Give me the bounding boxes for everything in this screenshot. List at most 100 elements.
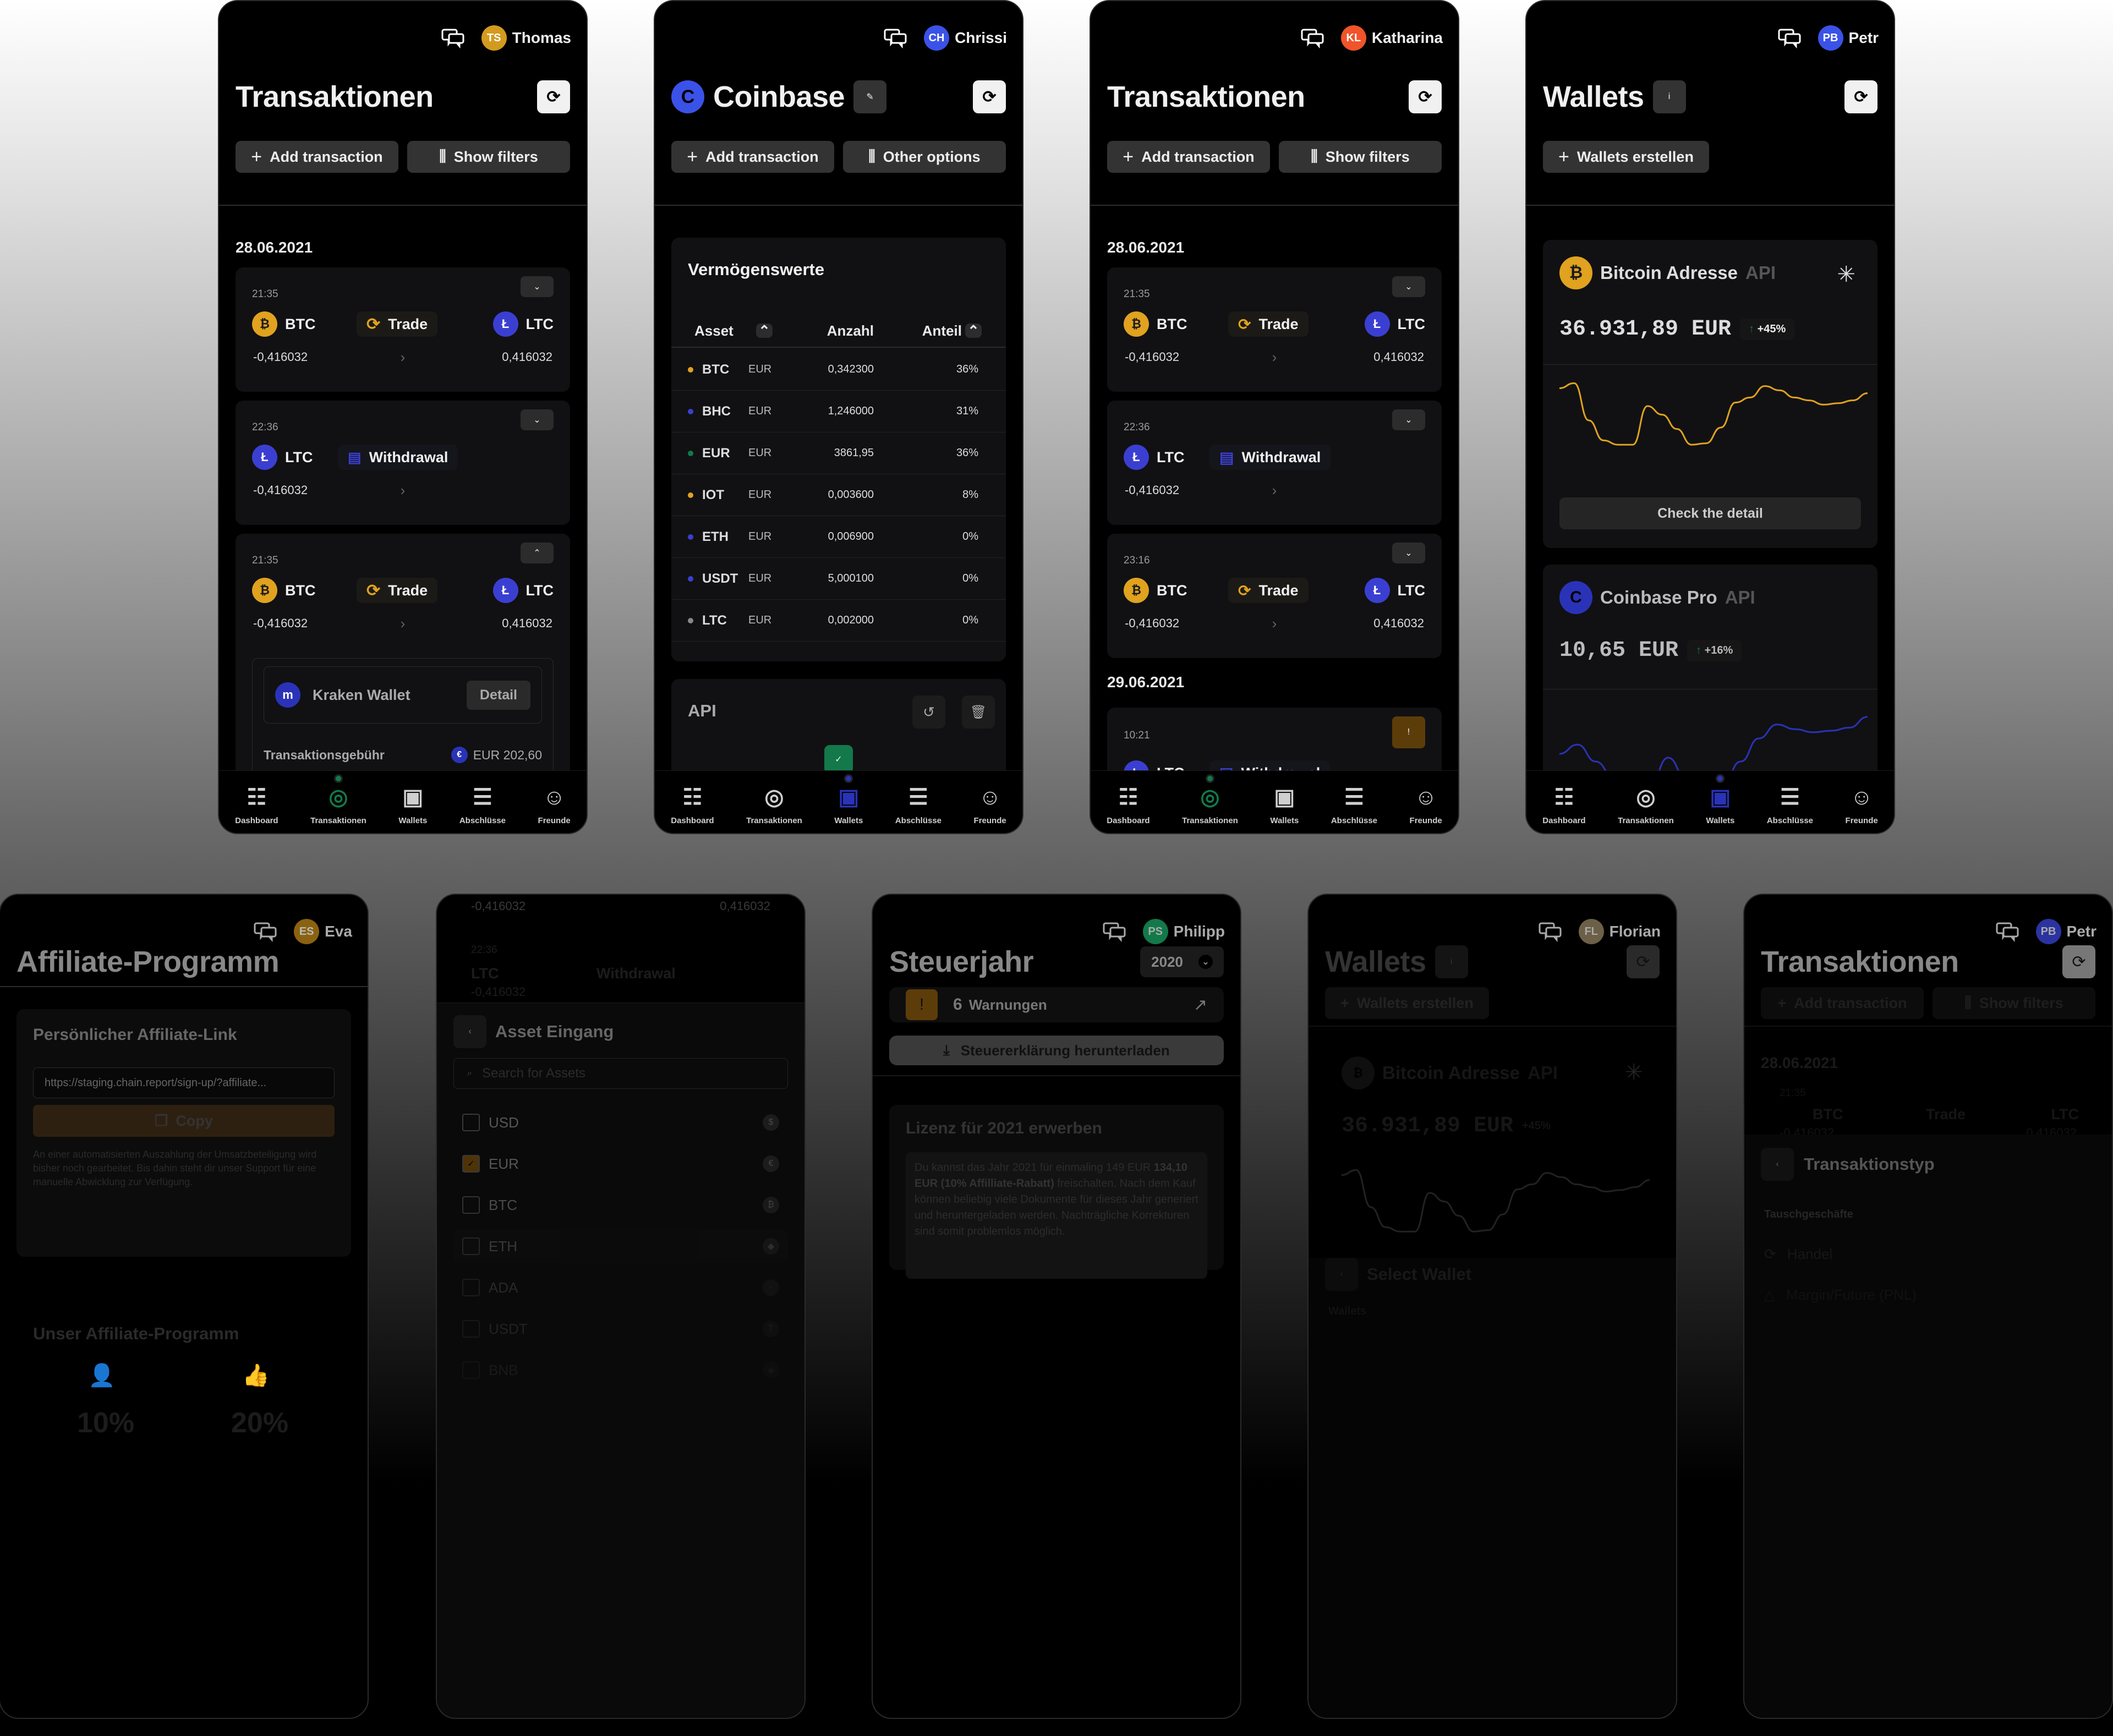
user-menu[interactable]: ES Eva — [294, 919, 352, 944]
transaction-card[interactable]: 21:35 ⌄ ₿ BTC ⟳ Trade Ł LTC -0,416032 › 0,4… — [236, 267, 570, 392]
nav-item-transaktionen[interactable]: ◎ Transaktionen — [310, 774, 366, 825]
add-transaction-button[interactable]: + Add transaction — [671, 141, 834, 173]
nav-item-freunde[interactable]: ☺ Freunde — [1846, 785, 1878, 825]
asset-option[interactable]: ✓ EUR € — [453, 1147, 788, 1181]
nav-item-dashboard[interactable]: ☷ Dashboard — [1107, 785, 1149, 825]
asset-option[interactable]: BNB ◈ — [453, 1353, 788, 1387]
transaction-card[interactable]: 23:16 ⌄ ₿ BTC ⟳ Trade Ł LTC -0,416032 › 0,4… — [1107, 534, 1442, 658]
user-menu[interactable]: TS Thomas — [481, 25, 571, 51]
user-menu[interactable]: PB Petr — [2035, 919, 2096, 944]
nav-item-freunde[interactable]: ☺ Freunde — [974, 785, 1006, 825]
create-wallet-button[interactable]: + Wallets erstellen — [1543, 141, 1709, 173]
nav-item-abschlüsse[interactable]: ☰ Abschlüsse — [1767, 785, 1813, 825]
create-wallet-button[interactable]: + Wallets erstellen — [1325, 987, 1489, 1019]
checkbox[interactable] — [462, 1361, 480, 1379]
asset-option[interactable]: ETH ◆ — [453, 1229, 788, 1263]
add-transaction-button[interactable]: + Add transaction — [1107, 141, 1270, 173]
asset-option[interactable]: USD $ — [453, 1105, 788, 1140]
refresh-button[interactable]: ⟳ — [1409, 80, 1442, 113]
table-row[interactable]: IOT EUR 0,003600 8% — [671, 474, 1006, 516]
search-input[interactable]: ⌕ Search for Assets — [453, 1058, 788, 1089]
user-menu[interactable]: CH Chrissi — [924, 25, 1007, 51]
table-row[interactable]: BHC EUR 1,246000 31% — [671, 391, 1006, 432]
nav-item-dashboard[interactable]: ☷ Dashboard — [235, 785, 278, 825]
transaction-card[interactable]: 21:35 ⌄ ₿ BTC ⟳ Trade Ł LTC -0,416032 › 0,4… — [1107, 267, 1442, 392]
table-row[interactable]: EUR EUR 3861,95 36% — [671, 432, 1006, 474]
asset-option[interactable]: BTC ₿ — [453, 1188, 788, 1222]
sort-asc-icon[interactable]: ⌃ — [965, 322, 982, 339]
nav-item-wallets[interactable]: ▣ Wallets — [398, 785, 427, 825]
expand-button[interactable]: ⌄ — [521, 409, 554, 430]
user-menu[interactable]: FL Florian — [1578, 919, 1661, 944]
nav-item-transaktionen[interactable]: ◎ Transaktionen — [746, 785, 802, 825]
user-menu[interactable]: KL Katharina — [1340, 25, 1443, 51]
refresh-button[interactable]: ⟳ — [537, 80, 570, 113]
chat-icon[interactable] — [1777, 27, 1802, 49]
chat-icon[interactable] — [1102, 921, 1126, 943]
user-menu[interactable]: PB Petr — [1818, 25, 1879, 51]
checkbox[interactable] — [462, 1320, 480, 1338]
checkbox[interactable] — [462, 1114, 480, 1131]
back-button[interactable]: ‹ — [453, 1015, 486, 1048]
refresh-button[interactable]: ⟳ — [973, 80, 1006, 113]
nav-item-wallets[interactable]: ▣ Wallets — [834, 774, 863, 825]
nav-item-transaktionen[interactable]: ◎ Transaktionen — [1182, 774, 1238, 825]
refresh-button[interactable]: ⟳ — [2062, 945, 2095, 978]
refresh-button[interactable]: ⟳ — [1627, 945, 1660, 978]
collapse-button[interactable]: ⌃ — [521, 543, 554, 563]
option-margin-future[interactable]: △ Margin/Future (PNL) — [1764, 1286, 1917, 1304]
checkbox[interactable] — [462, 1237, 480, 1255]
edit-button[interactable]: ✎ — [853, 80, 887, 113]
chat-icon[interactable] — [883, 27, 907, 49]
table-row[interactable]: LTC EUR 0,002000 0% — [671, 600, 1006, 642]
table-row[interactable]: BTC EUR 0,342300 36% — [671, 349, 1006, 391]
back-button[interactable]: ‹ — [1325, 1258, 1358, 1291]
warnings-row[interactable]: ! 6 Warnungen ↗ — [889, 987, 1224, 1022]
chat-icon[interactable] — [253, 921, 277, 943]
show-filters-button[interactable]: ⫼ Show filters — [1933, 987, 2095, 1019]
nav-item-freunde[interactable]: ☺ Freunde — [538, 785, 571, 825]
add-transaction-button[interactable]: + Add transaction — [1761, 987, 1924, 1019]
expand-button[interactable]: ⌄ — [1392, 409, 1425, 430]
checkbox[interactable] — [462, 1196, 480, 1214]
info-button[interactable]: i — [1652, 80, 1686, 113]
nav-item-abschlüsse[interactable]: ☰ Abschlüsse — [1331, 785, 1377, 825]
nav-item-transaktionen[interactable]: ◎ Transaktionen — [1618, 785, 1674, 825]
sort-asc-icon[interactable]: ⌃ — [756, 322, 773, 339]
option-handel[interactable]: ⟳ Handel — [1764, 1246, 1832, 1263]
refresh-button[interactable]: ⟳ — [1844, 80, 1877, 113]
warning-button[interactable]: ! — [1392, 716, 1425, 748]
chat-icon[interactable] — [1995, 921, 2019, 943]
info-button[interactable]: i — [1435, 945, 1468, 978]
expand-button[interactable]: ⌄ — [521, 276, 554, 297]
affiliate-link-field[interactable]: https://staging.chain.report/sign-up/?af… — [33, 1067, 335, 1098]
chat-icon[interactable] — [1538, 921, 1562, 943]
asset-option[interactable]: ADA · — [453, 1270, 788, 1305]
undo-button[interactable]: ↺ — [912, 696, 945, 729]
asset-option[interactable]: USDT T — [453, 1312, 788, 1346]
back-button[interactable]: ‹ — [1761, 1148, 1794, 1181]
delete-button[interactable]: 🗑 — [962, 696, 995, 729]
user-menu[interactable]: PS Philipp — [1142, 919, 1225, 944]
nav-item-abschlüsse[interactable]: ☰ Abschlüsse — [895, 785, 941, 825]
nav-item-dashboard[interactable]: ☷ Dashboard — [671, 785, 714, 825]
expand-button[interactable]: ⌄ — [1392, 276, 1425, 297]
add-transaction-button[interactable]: + Add transaction — [236, 141, 398, 173]
checkbox[interactable]: ✓ — [462, 1155, 480, 1173]
download-button[interactable]: ⤓ Steuererklärung herunterladen — [889, 1036, 1224, 1065]
transaction-card[interactable]: 22:36 ⌄ Ł LTC ▤ Withdrawal -0,416032 › — [1107, 401, 1442, 525]
nav-item-abschlüsse[interactable]: ☰ Abschlüsse — [459, 785, 506, 825]
nav-item-freunde[interactable]: ☺ Freunde — [1410, 785, 1442, 825]
check-detail-button[interactable]: Check the detail — [1559, 497, 1861, 529]
detail-button[interactable]: Detail — [466, 680, 530, 710]
expand-button[interactable]: ⌄ — [1392, 543, 1425, 563]
other-options-button[interactable]: ⫼ Other options — [843, 141, 1006, 173]
chat-icon[interactable] — [441, 27, 465, 49]
year-select[interactable]: 2020 ⌄ — [1140, 946, 1224, 977]
chat-icon[interactable] — [1300, 27, 1324, 49]
show-filters-button[interactable]: ⫼ Show filters — [1279, 141, 1442, 173]
copy-button[interactable]: ❐ Copy — [33, 1105, 335, 1137]
nav-item-wallets[interactable]: ▣ Wallets — [1270, 785, 1299, 825]
transaction-card[interactable]: 22:36 ⌄ Ł LTC ▤ Withdrawal -0,416032 › — [236, 401, 570, 525]
table-row[interactable]: USDT EUR 5,000100 0% — [671, 558, 1006, 600]
